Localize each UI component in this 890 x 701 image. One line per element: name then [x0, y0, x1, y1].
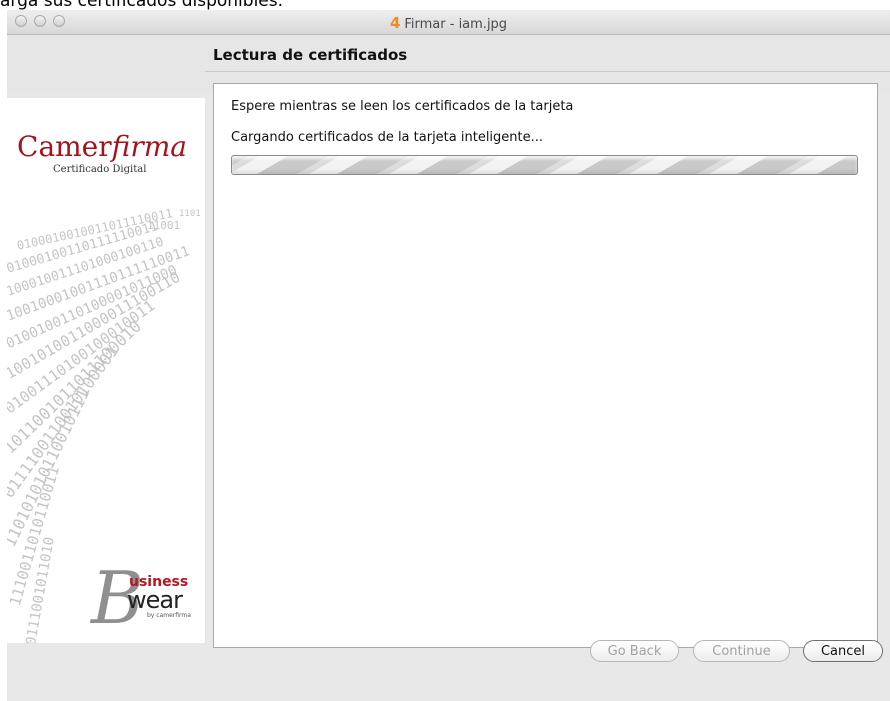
app-icon: 4 [389, 14, 401, 32]
dialog-window: 4 Firmar - iam.jpg Lectura de certificado… [7, 10, 890, 701]
logo-prefix: C [17, 130, 39, 163]
logo-italic: firma [111, 130, 187, 163]
window-title: Firmar - iam.jpg [404, 17, 508, 32]
step-title: Lectura de certificados [213, 46, 408, 64]
logo-rest: amer [38, 130, 112, 163]
camerfirma-logo: Camerfirma [17, 132, 187, 162]
loading-status: Cargando certificados de la tarjeta inte… [231, 130, 544, 145]
window-title-wrap: 4 Firmar - iam.jpg [7, 14, 890, 32]
wait-message: Espere mientras se leen los certificados… [231, 99, 574, 114]
go-back-button[interactable]: Go Back [590, 640, 679, 662]
brand-sidebar: Camerfirma Certificado Digital 1101 1100… [7, 98, 205, 643]
cancel-button[interactable]: Cancel [803, 640, 883, 662]
logo-byline: by camerfirma [147, 612, 191, 619]
caption-fragment: arga sus certificados disponibles. [0, 0, 284, 10]
header-divider [205, 71, 890, 72]
businesswear-logo: B usiness wear by camerfirma [87, 562, 205, 634]
logo-wear: wear [127, 586, 183, 614]
content-panel: Espere mientras se leen los certificados… [213, 83, 878, 648]
binary-pattern: 1101 [179, 209, 201, 219]
title-bar[interactable]: 4 Firmar - iam.jpg [7, 10, 890, 35]
progress-bar [231, 155, 858, 175]
logo-subtitle: Certificado Digital [53, 164, 147, 175]
continue-button[interactable]: Continue [693, 640, 790, 662]
